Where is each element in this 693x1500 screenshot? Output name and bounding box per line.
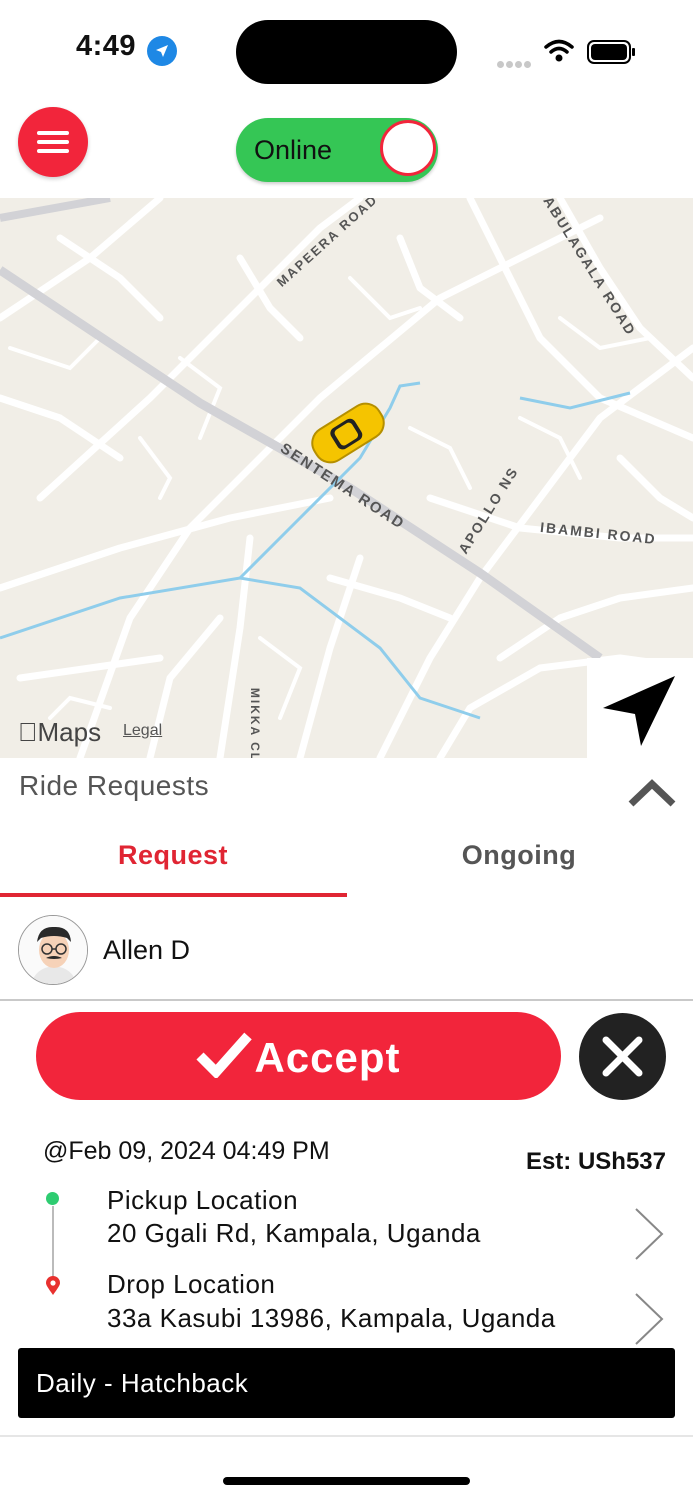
pickup-dot-icon [46,1192,59,1205]
drop-pin-icon [45,1276,61,1301]
chevron-right-icon[interactable] [633,1207,665,1266]
request-datetime: @Feb 09, 2024 04:49 PM [43,1137,330,1165]
chevron-right-icon[interactable] [633,1292,665,1351]
avatar [18,915,88,985]
accept-button[interactable]: Accept [36,1012,561,1100]
drop-location-title: Drop Location [107,1269,276,1299]
legal-link[interactable]: Legal [123,722,162,740]
cellular-signal-icon [497,55,533,73]
vehicle-type-bar: Daily - Hatchback [18,1348,675,1418]
toggle-knob [380,120,436,176]
navigation-arrow-icon [603,676,675,746]
tab-request[interactable]: Request [0,840,346,871]
pickup-location-title: Pickup Location [107,1185,299,1215]
fare-estimate: Est: USh537 [525,1148,666,1175]
map-road-label: MIKKA CL [248,687,263,758]
accept-button-label: Accept [254,1034,401,1081]
menu-button[interactable] [18,107,88,177]
online-toggle[interactable]: Online [236,118,438,182]
home-indicator[interactable] [223,1477,470,1485]
route-connector [52,1206,54,1278]
tab-ongoing[interactable]: Ongoing [346,840,692,871]
chevron-up-icon[interactable] [627,776,677,813]
close-icon [602,1036,643,1077]
pickup-location-address: 20 Ggali Rd, Kampala, Uganda [107,1218,481,1248]
wifi-icon [544,39,574,68]
reject-button[interactable] [579,1013,666,1100]
active-tab-indicator [0,893,347,897]
location-arrow-icon [147,36,177,66]
online-toggle-label: Online [254,135,333,165]
dynamic-island [236,20,457,84]
rider-name: Allen D [103,935,191,965]
checkmark-icon [196,1032,253,1080]
divider [0,999,693,1001]
battery-icon [587,40,637,69]
drop-location-address: 33a Kasubi 13986, Kampala, Uganda [107,1303,556,1333]
maps-attribution: Maps [18,717,101,747]
recenter-location-button[interactable] [587,658,693,758]
ride-requests-title: Ride Requests [19,770,210,801]
divider [0,1435,693,1437]
status-time: 4:49 [76,30,137,62]
vehicle-type-label: Daily - Hatchback [36,1368,249,1398]
